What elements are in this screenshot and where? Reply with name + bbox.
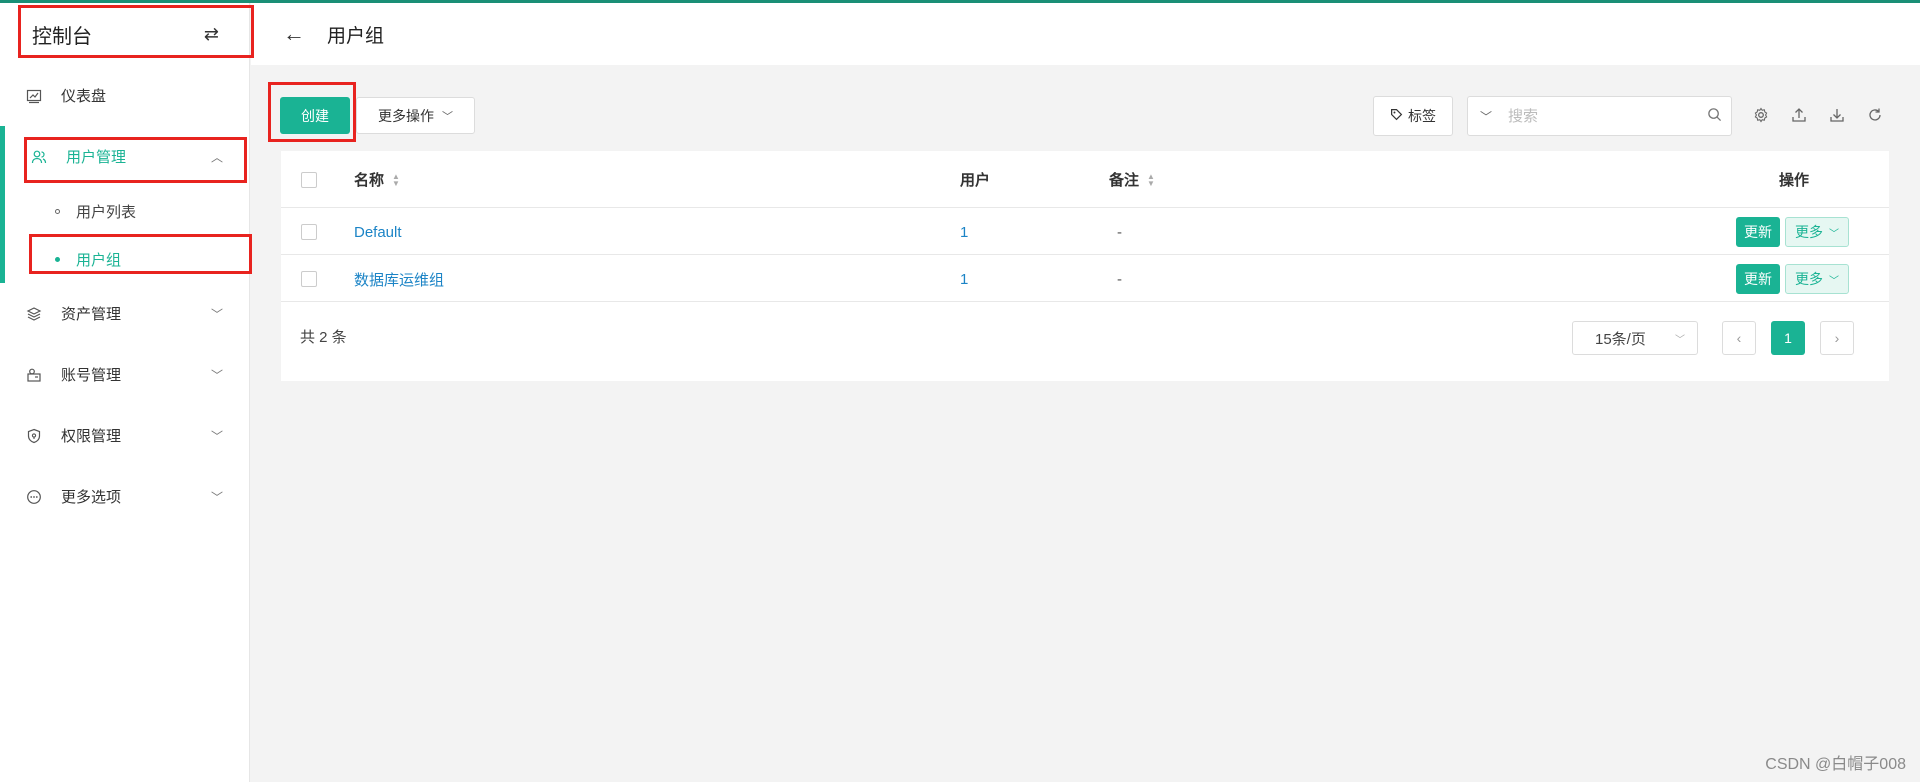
chevron-down-icon: ﹀ <box>1829 228 1839 240</box>
more-actions-label: 更多操作 <box>378 107 434 124</box>
sidebar-item-label: 账号管理 <box>61 367 122 384</box>
bullet-icon <box>55 256 60 262</box>
sort-icon[interactable]: ▲ ▼ <box>392 172 400 187</box>
next-page-button[interactable]: › <box>1820 321 1854 355</box>
row-more-dropdown[interactable]: 更多 ﹀ <box>1785 264 1849 294</box>
dashboard-icon <box>25 87 43 105</box>
sidebar-subitem-label: 用户组 <box>76 251 122 269</box>
chevron-down-icon: ﹀ <box>210 307 223 321</box>
users-icon <box>30 148 48 166</box>
group-name-link[interactable]: Default <box>354 209 402 255</box>
page-size-select[interactable]: 15条/页 ﹀ <box>1572 321 1698 355</box>
update-button[interactable]: 更新 <box>1736 264 1780 294</box>
chevron-down-icon[interactable]: ﹀ <box>1480 108 1492 125</box>
prev-page-button[interactable]: ‹ <box>1722 321 1756 355</box>
column-header-label: 名称 <box>354 172 385 189</box>
comment-cell: - <box>1117 270 1122 288</box>
chevron-down-icon: ﹀ <box>1675 334 1685 346</box>
page-size-value: 15条/页 <box>1595 330 1646 348</box>
total-count: 共 2 条 <box>300 329 347 346</box>
chevron-up-icon: ︿ <box>210 150 223 164</box>
column-header-label: 用户 <box>960 172 991 189</box>
sidebar-header: 控制台 ⇄ <box>0 3 249 65</box>
group-name-link[interactable]: 数据库运维组 <box>354 256 444 302</box>
sidebar-item-label: 更多选项 <box>61 489 122 506</box>
create-button[interactable]: 创建 <box>280 97 350 134</box>
row-checkbox[interactable] <box>301 271 317 287</box>
page-header: ← 用户组 <box>251 3 1920 65</box>
shield-icon <box>25 427 43 445</box>
current-page-button[interactable]: 1 <box>1771 321 1805 355</box>
sidebar-item-label: 权限管理 <box>61 428 122 445</box>
more-circle-icon <box>25 488 43 506</box>
table-row: 数据库运维组 1 - 更新 更多 ﹀ <box>281 256 1889 302</box>
back-arrow-icon[interactable]: ← <box>283 21 305 47</box>
console-title: 控制台 <box>32 25 92 48</box>
column-header-name[interactable]: 名称 ▲ ▼ <box>354 151 400 208</box>
sidebar-subitem-user-list[interactable]: 用户列表 <box>0 187 249 235</box>
settings-gear-icon[interactable] <box>1750 104 1772 126</box>
account-icon <box>25 366 43 384</box>
search-icon[interactable] <box>1707 107 1722 126</box>
table-row: Default 1 - 更新 更多 ﹀ <box>281 209 1889 255</box>
column-header-actions: 操作 <box>1779 151 1809 208</box>
row-more-label: 更多 <box>1795 224 1823 240</box>
tag-label: 标签 <box>1408 108 1436 124</box>
download-icon[interactable] <box>1826 104 1848 126</box>
tag-icon <box>1390 108 1403 124</box>
page-title: 用户组 <box>327 25 385 47</box>
user-management-group: 用户管理 ︿ 用户列表 用户组 <box>0 126 249 283</box>
sidebar-subitem-label: 用户列表 <box>76 203 137 221</box>
column-header-label: 备注 <box>1109 172 1140 189</box>
watermark: CSDN @白帽子008 <box>1765 756 1906 773</box>
sidebar-item-asset-management[interactable]: 资产管理 ﹀ <box>0 283 249 344</box>
sidebar-item-user-management[interactable]: 用户管理 ︿ <box>0 126 249 187</box>
refresh-icon[interactable] <box>1864 104 1886 126</box>
upload-icon[interactable] <box>1788 104 1810 126</box>
column-header-comment[interactable]: 备注 ▲ ▼ <box>1109 151 1155 208</box>
search-input[interactable] <box>1508 107 1708 125</box>
comment-cell: - <box>1117 223 1122 241</box>
sidebar-item-more-options[interactable]: 更多选项 ﹀ <box>0 466 249 527</box>
column-header-label: 操作 <box>1779 172 1810 189</box>
chevron-down-icon: ﹀ <box>442 110 453 123</box>
swap-icon[interactable]: ⇄ <box>204 24 219 45</box>
table-header: 名称 ▲ ▼ 用户 备注 ▲ ▼ 操作 <box>281 151 1889 208</box>
sidebar: 控制台 ⇄ 仪表盘 用户管理 ︿ 用户列表 用户组 资产管理 ﹀ 账号管理 ﹀ … <box>0 3 250 782</box>
chevron-down-icon: ﹀ <box>210 490 223 504</box>
sidebar-item-label: 用户管理 <box>66 149 127 166</box>
sidebar-item-permission-management[interactable]: 权限管理 ﹀ <box>0 405 249 466</box>
chevron-down-icon: ﹀ <box>210 429 223 443</box>
user-count-link[interactable]: 1 <box>960 256 968 302</box>
bullet-icon <box>55 208 60 214</box>
layers-icon <box>25 305 43 323</box>
sort-icon[interactable]: ▲ ▼ <box>1147 172 1155 187</box>
sidebar-item-account-management[interactable]: 账号管理 ﹀ <box>0 344 249 405</box>
tag-button[interactable]: 标签 <box>1373 96 1453 136</box>
select-all-checkbox[interactable] <box>301 172 317 188</box>
chevron-down-icon: ﹀ <box>210 368 223 382</box>
search-box: ﹀ <box>1467 96 1732 136</box>
user-group-table-card: 名称 ▲ ▼ 用户 备注 ▲ ▼ 操作 Default 1 - 更新 更多 ﹀ 数据… <box>281 151 1889 381</box>
sidebar-item-dashboard[interactable]: 仪表盘 <box>0 65 249 126</box>
column-header-users: 用户 <box>960 151 990 208</box>
user-count-link[interactable]: 1 <box>960 209 968 255</box>
update-button[interactable]: 更新 <box>1736 217 1780 247</box>
row-more-label: 更多 <box>1795 271 1823 287</box>
sidebar-subitem-user-group[interactable]: 用户组 <box>0 235 249 283</box>
chevron-down-icon: ﹀ <box>1829 275 1839 287</box>
row-checkbox[interactable] <box>301 224 317 240</box>
top-accent-line <box>0 0 1920 3</box>
row-more-dropdown[interactable]: 更多 ﹀ <box>1785 217 1849 247</box>
sidebar-item-label: 仪表盘 <box>61 88 107 105</box>
more-actions-dropdown[interactable]: 更多操作 ﹀ <box>356 97 475 134</box>
sidebar-item-label: 资产管理 <box>61 306 122 323</box>
